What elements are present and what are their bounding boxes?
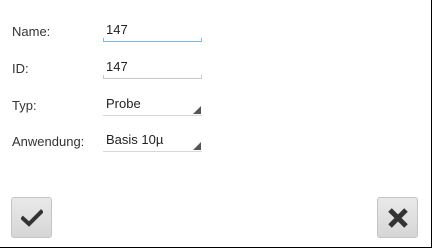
anwendung-row: Anwendung: [12,128,104,154]
name-value: 147 [106,22,128,37]
typ-spinner[interactable]: Probe [103,94,202,116]
anwendung-spinner[interactable]: Basis 10µ [103,130,202,152]
id-label: ID: [12,60,29,76]
confirm-button[interactable] [11,197,52,238]
name-label: Name: [12,23,51,39]
anwendung-value: Basis 10µ [106,132,164,147]
typ-value: Probe [106,96,141,111]
anwendung-label: Anwendung: [12,133,85,149]
dropdown-triangle-icon [193,106,201,114]
dropdown-triangle-icon [193,142,201,150]
typ-row: Typ: [12,92,104,118]
name-row: Name: [12,18,104,44]
cancel-button[interactable] [377,197,418,238]
dialog-frame: Name: 147 ID: 147 Typ: Probe Anwendung: … [0,0,432,248]
id-row: ID: [12,55,104,81]
checkmark-icon [20,208,43,227]
close-icon [387,207,408,228]
id-field[interactable]: 147 [103,57,202,79]
typ-label: Typ: [12,97,37,113]
id-value: 147 [106,59,128,74]
name-field[interactable]: 147 [103,20,202,42]
